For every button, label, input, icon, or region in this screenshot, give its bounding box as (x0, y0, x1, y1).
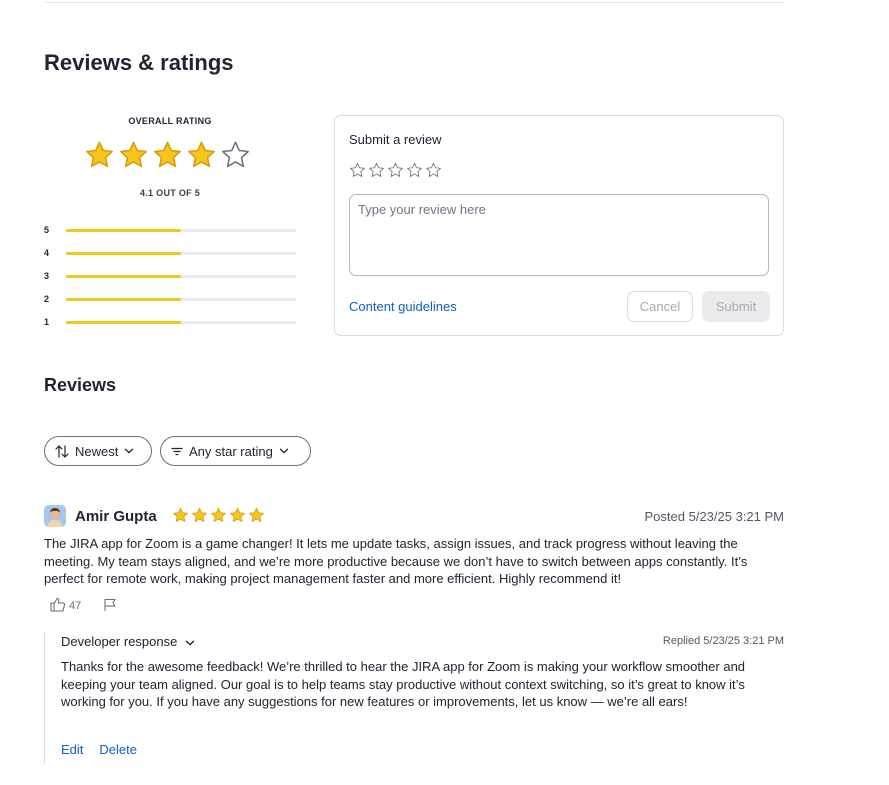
chevron-down-icon (185, 634, 195, 649)
content-guidelines-link[interactable]: Content guidelines (349, 299, 457, 314)
distribution-bar-fill (66, 298, 181, 301)
helpful-count: 47 (69, 600, 82, 612)
star-filled-icon (173, 507, 188, 522)
chevron-down-icon (279, 448, 289, 454)
star-input-2[interactable] (368, 162, 385, 179)
star-input-4[interactable] (406, 162, 423, 179)
distribution-bar-track (66, 321, 296, 324)
distribution-row-2: 2 (44, 293, 296, 305)
distribution-bar-track (66, 252, 296, 255)
avatar (44, 505, 66, 527)
distribution-bar-track (66, 275, 296, 278)
submit-button[interactable]: Submit (702, 291, 770, 322)
overall-rating-label: OVERALL RATING (128, 116, 212, 126)
filter-lines-icon (171, 447, 183, 456)
distribution-bar-fill (66, 275, 181, 278)
developer-response: Developer response Replied 5/23/25 3:21 … (44, 632, 784, 764)
star-filled-icon (154, 141, 181, 168)
replied-date: Replied 5/23/25 3:21 PM (662, 635, 784, 647)
star-filled-icon (192, 507, 207, 522)
distribution-bar-track (66, 229, 296, 232)
sort-arrows-icon (55, 444, 69, 458)
edit-link[interactable]: Edit (61, 742, 83, 757)
star-filter-label: Any star rating (189, 443, 273, 459)
star-filled-icon (249, 507, 264, 522)
reviews-title: Reviews (44, 375, 117, 395)
overall-rating-summary: 4.1 OUT OF 5 (139, 188, 201, 198)
review-textarea[interactable] (349, 194, 769, 276)
developer-response-body: Thanks for the awesome feedback! We’re t… (61, 659, 746, 709)
distribution-bar-track (66, 298, 296, 301)
submit-review-title: Submit a review (349, 132, 442, 147)
star-rating-input[interactable] (349, 162, 442, 179)
submit-review-card: Submit a review Content guidelines Cance… (334, 115, 784, 336)
distribution-label: 2 (44, 294, 50, 304)
developer-response-label: Developer response (61, 634, 178, 649)
star-filled-icon (230, 507, 245, 522)
review-body: The JIRA app for Zoom is a game changer!… (44, 536, 748, 586)
distribution-label: 5 (44, 225, 50, 235)
sort-dropdown[interactable]: Newest (44, 436, 152, 466)
star-filled-icon (86, 141, 113, 168)
overall-rating-stars (84, 140, 251, 171)
distribution-label: 3 (44, 271, 50, 281)
delete-link[interactable]: Delete (99, 742, 137, 757)
star-input-1[interactable] (349, 162, 366, 179)
distribution-row-3: 3 (44, 270, 296, 282)
distribution-bar-fill (66, 321, 181, 324)
top-divider (44, 2, 784, 3)
posted-date: Posted 5/23/25 3:21 PM (644, 509, 784, 524)
helpful-button[interactable]: 47 (50, 597, 81, 615)
reviewer-name: Amir Gupta (75, 508, 157, 525)
star-filled-icon (120, 141, 147, 168)
distribution-label: 1 (44, 317, 50, 327)
star-filled-icon (188, 141, 215, 168)
sort-label: Newest (75, 443, 119, 459)
star-input-3[interactable] (387, 162, 404, 179)
star-input-5[interactable] (425, 162, 442, 179)
cancel-button[interactable]: Cancel (627, 291, 693, 322)
chevron-down-icon (124, 448, 134, 454)
developer-response-actions: Edit Delete (61, 742, 137, 757)
distribution-bar-fill (66, 229, 181, 232)
star-filled-icon (211, 507, 226, 522)
section-title: Reviews & ratings (44, 50, 234, 75)
thumbs-up-icon (50, 597, 66, 615)
flag-icon[interactable] (103, 598, 117, 617)
distribution-row-5: 5 (44, 224, 296, 236)
distribution-row-1: 1 (44, 316, 296, 328)
distribution-bar-fill (66, 252, 181, 255)
distribution-label: 4 (44, 248, 50, 258)
developer-response-toggle[interactable]: Developer response (61, 634, 195, 649)
review-header: Amir Gupta Posted 5/23/25 3:21 PM (44, 505, 784, 529)
star-rating-filter-dropdown[interactable]: Any star rating (160, 436, 311, 466)
distribution-row-4: 4 (44, 247, 296, 259)
star-empty-icon (222, 141, 249, 168)
review-stars (172, 507, 265, 524)
